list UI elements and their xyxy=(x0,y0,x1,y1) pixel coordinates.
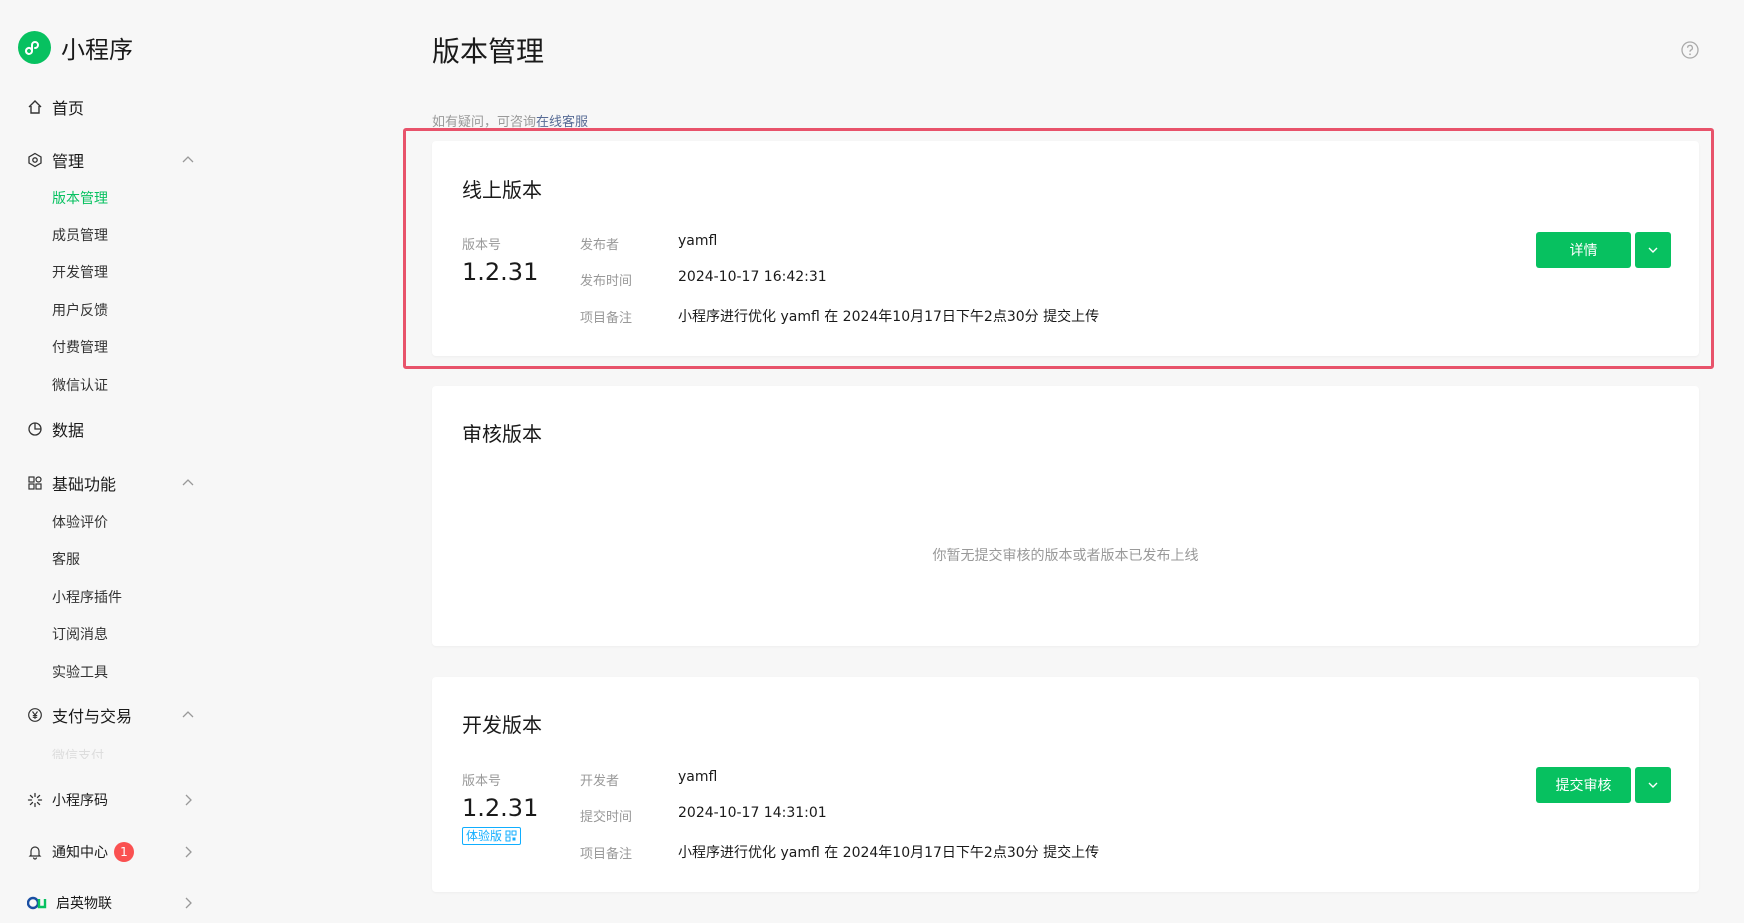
note-value: 小程序进行优化 yamfl 在 2024年10月17日下午2点30分 提交上传 xyxy=(678,309,1100,325)
nav-home-label: 首页 xyxy=(52,99,85,118)
help-hint: 如有疑问，可咨询在线客服 xyxy=(432,111,588,130)
settings-hex-icon xyxy=(26,151,44,169)
sidebar-item-members[interactable]: 成员管理 xyxy=(52,226,108,246)
nav-basic-label: 基础功能 xyxy=(52,475,117,494)
nav-home[interactable]: 首页 xyxy=(26,95,196,119)
miniprogram-logo-icon xyxy=(18,31,51,64)
grid-apps-icon xyxy=(26,474,44,492)
nav-qrcode[interactable]: 小程序码 xyxy=(26,788,196,812)
nav-data[interactable]: 数据 xyxy=(26,417,196,441)
sidebar-item-wechat-pay[interactable]: 微信支付 xyxy=(52,745,104,759)
online-version-card: 线上版本 版本号 1.2.31 发布者 yamfl 发布时间 2024-10-1… xyxy=(432,141,1699,356)
app-logo[interactable]: 小程序 xyxy=(18,30,133,65)
version-label: 版本号 xyxy=(462,238,502,253)
dev-note-label: 项目备注 xyxy=(580,847,633,862)
publish-time-value: 2024-10-17 16:42:31 xyxy=(678,269,827,285)
bell-icon xyxy=(26,843,44,861)
dev-version-title: 开发版本 xyxy=(462,713,542,737)
chevron-up-icon xyxy=(182,479,194,486)
sidebar-item-subscribe[interactable]: 订阅消息 xyxy=(52,625,108,645)
publisher-label: 发布者 xyxy=(580,238,620,253)
qiying-logo-icon xyxy=(26,894,48,912)
chevron-right-icon xyxy=(185,897,192,909)
online-service-link[interactable]: 在线客服 xyxy=(536,115,588,130)
note-label: 项目备注 xyxy=(580,311,633,326)
trial-version-tag-label: 体验版 xyxy=(466,829,503,843)
developer-value: yamfl xyxy=(678,769,718,785)
pie-chart-icon xyxy=(26,420,44,438)
help-hint-text: 如有疑问，可咨询 xyxy=(432,115,537,130)
submit-review-button[interactable]: 提交审核 xyxy=(1536,767,1631,803)
online-version-number: 1.2.31 xyxy=(462,258,539,286)
chevron-right-icon xyxy=(185,794,192,806)
home-icon xyxy=(26,98,44,116)
detail-button[interactable]: 详情 xyxy=(1536,232,1631,268)
nav-basic[interactable]: 基础功能 xyxy=(26,471,196,495)
sidebar-item-version[interactable]: 版本管理 xyxy=(52,189,108,209)
trial-version-tag[interactable]: 体验版 xyxy=(462,827,522,845)
sidebar-item-payment[interactable]: 付费管理 xyxy=(52,338,108,358)
developer-label: 开发者 xyxy=(580,774,620,789)
page-title: 版本管理 xyxy=(432,35,545,68)
yen-icon xyxy=(26,706,44,724)
chevron-down-icon xyxy=(1648,782,1658,788)
sidebar: 小程序 首页 管理 版本管理 成员管理 开发管理 用户反馈 付费管理 微信认证 … xyxy=(0,0,215,923)
help-icon[interactable] xyxy=(1680,40,1700,60)
dev-more-dropdown[interactable] xyxy=(1635,767,1671,803)
online-version-title: 线上版本 xyxy=(462,178,542,202)
sidebar-item-experience[interactable]: 体验评价 xyxy=(52,513,108,533)
nav-pay[interactable]: 支付与交易 xyxy=(26,703,196,727)
sidebar-item-service[interactable]: 客服 xyxy=(52,550,80,570)
submit-time-label: 提交时间 xyxy=(580,810,633,825)
sidebar-item-feedback[interactable]: 用户反馈 xyxy=(52,301,108,321)
chevron-right-icon xyxy=(185,846,192,858)
nav-notify-label: 通知中心 xyxy=(52,845,108,861)
review-version-card: 审核版本 你暂无提交审核的版本或者版本已发布上线 xyxy=(432,386,1699,646)
sidebar-item-plugin[interactable]: 小程序插件 xyxy=(52,588,122,608)
review-empty-text: 你暂无提交审核的版本或者版本已发布上线 xyxy=(932,548,1199,564)
dev-version-card: 开发版本 版本号 1.2.31 体验版 开发者 yamfl 提交时间 2024-… xyxy=(432,677,1699,892)
nav-pay-label: 支付与交易 xyxy=(52,707,133,726)
nav-manage[interactable]: 管理 xyxy=(26,148,196,172)
qrcode-icon xyxy=(505,830,517,842)
review-version-title: 审核版本 xyxy=(462,422,542,446)
chevron-down-icon xyxy=(1648,247,1658,253)
nav-qiying[interactable]: 启英物联 xyxy=(26,891,196,915)
dev-version-number: 1.2.31 xyxy=(462,794,539,822)
nav-data-label: 数据 xyxy=(52,421,85,440)
nav-qrcode-label: 小程序码 xyxy=(52,793,108,809)
chevron-up-icon xyxy=(182,156,194,163)
nav-qiying-label: 启英物联 xyxy=(56,896,112,912)
submit-time-value: 2024-10-17 14:31:01 xyxy=(678,805,827,821)
nav-notify[interactable]: 通知中心 1 xyxy=(26,840,196,864)
sidebar-item-wechat-cert[interactable]: 微信认证 xyxy=(52,376,108,396)
app-title: 小程序 xyxy=(61,36,133,64)
dev-note-value: 小程序进行优化 yamfl 在 2024年10月17日下午2点30分 提交上传 xyxy=(678,845,1100,861)
dev-version-label: 版本号 xyxy=(462,774,502,789)
chevron-up-icon xyxy=(182,711,194,718)
notification-badge: 1 xyxy=(114,842,134,862)
nav-manage-label: 管理 xyxy=(52,152,85,171)
sidebar-item-dev[interactable]: 开发管理 xyxy=(52,263,108,283)
publish-time-label: 发布时间 xyxy=(580,274,633,289)
online-more-dropdown[interactable] xyxy=(1635,232,1671,268)
miniprogram-code-icon xyxy=(26,791,44,809)
sidebar-item-experiment[interactable]: 实验工具 xyxy=(52,663,108,683)
publisher-value: yamfl xyxy=(678,233,718,249)
